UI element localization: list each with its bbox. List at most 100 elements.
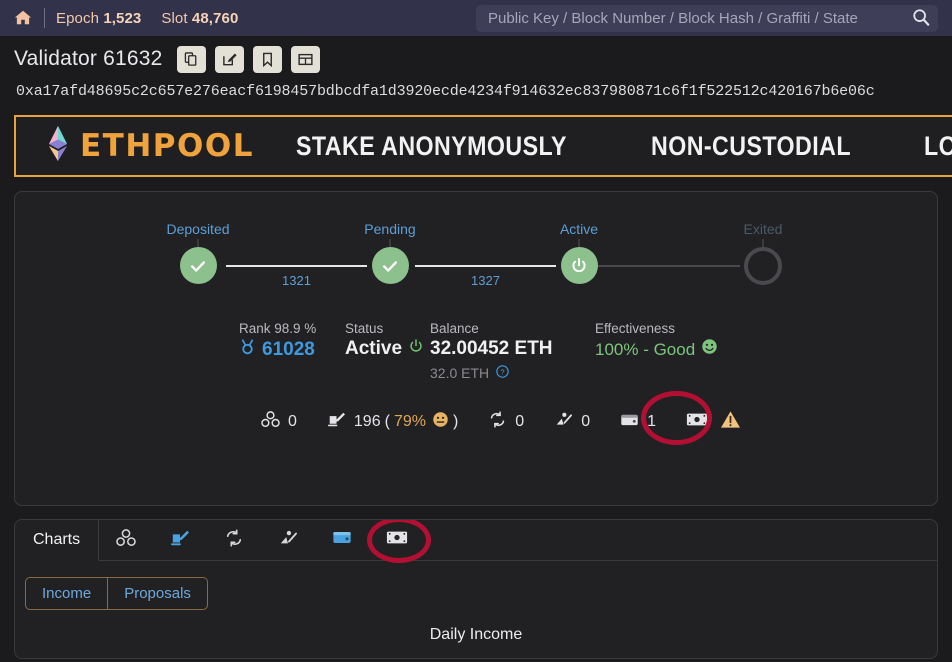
timeline-label-exited: Exited: [743, 221, 783, 237]
empty-circle-icon: [744, 247, 782, 285]
timeline-node-exited[interactable]: Exited: [740, 221, 786, 285]
bookmark-button[interactable]: [252, 45, 282, 73]
neutral-face-icon: [432, 411, 449, 433]
validator-icon-stats: 0 196 ( 79% ) 0 0 1: [261, 391, 937, 445]
attestations-count: 196: [353, 413, 381, 430]
sync-stat[interactable]: 0: [488, 411, 524, 433]
timeline-label-deposited: Deposited: [166, 221, 230, 237]
validator-pubkey[interactable]: 0xa17afd48695c2c657e276eacf6198457bdbcdf…: [0, 74, 952, 106]
tab-blocks[interactable]: [99, 520, 153, 560]
page-header: Validator 61632: [0, 36, 952, 74]
blocks-icon: [116, 528, 136, 552]
copy-icon: [184, 51, 199, 67]
chart-type-toggle-group: Income Proposals: [25, 577, 937, 610]
epoch-label: Epoch: [56, 9, 100, 27]
timeline-node-active[interactable]: Active: [556, 221, 602, 284]
question-circle-icon[interactable]: ?: [495, 364, 510, 382]
blocks-icon: [261, 411, 280, 433]
svg-text:?: ?: [501, 368, 505, 377]
banner-slogan-3: LOW: [923, 130, 952, 161]
timeline-line-1: [226, 265, 367, 267]
ethereum-diamond-icon: [46, 125, 70, 168]
slashed-icon: [278, 529, 298, 552]
copy-button[interactable]: [176, 45, 206, 73]
slashing-stat[interactable]: 0: [554, 411, 590, 433]
status-value-row: Active: [345, 338, 430, 360]
charts-tabbar: Charts: [15, 520, 937, 563]
epoch-value: 1,523: [103, 9, 142, 27]
validator-summary-card: 1321 1327 Deposited Pending Active Exite…: [14, 191, 938, 506]
tab-attestations[interactable]: [153, 520, 207, 560]
tab-sync[interactable]: [207, 520, 261, 560]
rank-value-row: 61028: [239, 338, 345, 361]
search-input[interactable]: [476, 5, 904, 32]
sync-count: 0: [515, 413, 525, 430]
home-link[interactable]: [14, 9, 32, 27]
nav-divider: [44, 8, 45, 28]
timeline-stem: [197, 239, 199, 247]
attestation-icon: [327, 411, 346, 433]
sync-icon: [224, 528, 244, 552]
check-icon: [179, 247, 217, 284]
charts-card: Charts Income Proposals Daily Income: [14, 519, 938, 659]
effectiveness-value-row: 100% - Good: [595, 338, 718, 361]
validator-key-stats: Rank 98.9 % 61028 Status Active Balance …: [239, 321, 937, 382]
tab-deposits[interactable]: [315, 520, 369, 560]
power-icon: [408, 338, 424, 360]
status-value: Active: [345, 338, 403, 359]
timeline-stem: [578, 239, 580, 247]
medal-icon: [239, 338, 256, 361]
table-button[interactable]: [290, 45, 320, 73]
warning-triangle-icon: [720, 410, 741, 434]
top-navigation-bar: Epoch 1,523 Slot 48,760: [0, 0, 952, 36]
timeline-line-3: [595, 265, 740, 267]
grid-table-icon: [297, 52, 313, 67]
slashing-count: 0: [581, 413, 591, 430]
chart-title: Daily Income: [429, 626, 523, 643]
slot-value: 48,760: [191, 9, 239, 27]
effectiveness-value: 100% - Good: [595, 339, 696, 359]
timeline-stem: [762, 239, 764, 247]
tab-charts[interactable]: Charts: [15, 520, 100, 561]
banner-brand: ETHPOOL: [80, 128, 254, 164]
page-title: Validator 61632: [14, 47, 163, 70]
attestations-stat[interactable]: 196 ( 79% ): [327, 411, 458, 433]
epoch-stat[interactable]: Epoch 1,523: [56, 10, 141, 27]
attestations-pct: 79%: [393, 413, 426, 430]
status-stat: Status Active: [345, 321, 430, 360]
tab-slashings[interactable]: [261, 520, 315, 560]
balance-stat: Balance 32.00452 ETH 32.0 ETH ?: [430, 321, 595, 382]
power-icon: [560, 247, 598, 284]
ethpool-ad-banner[interactable]: ETHPOOL STAKE ANONYMOUSLY NON-CUSTODIAL …: [14, 115, 952, 177]
subtab-income[interactable]: Income: [25, 577, 108, 610]
search-container: [476, 5, 938, 32]
balance-label: Balance: [430, 321, 479, 336]
balance-effective-value: 32.0 ETH: [430, 365, 490, 381]
smiley-happy-icon: [701, 338, 718, 361]
timeline-label-active: Active: [559, 221, 599, 237]
tab-income[interactable]: [367, 520, 432, 563]
attestations-open-paren: (: [384, 413, 390, 430]
effectiveness-label: Effectiveness: [595, 321, 676, 336]
rank-value: 61028: [262, 338, 315, 360]
timeline-node-deposited[interactable]: Deposited: [166, 221, 230, 284]
subtab-proposals[interactable]: Proposals: [107, 577, 208, 610]
wallet-icon: [332, 529, 352, 551]
slot-stat[interactable]: Slot 48,760: [161, 10, 238, 27]
timeline-label-pending: Pending: [364, 221, 416, 237]
search-button[interactable]: [904, 5, 938, 32]
rank-stat: Rank 98.9 % 61028: [239, 321, 345, 361]
blocks-stat[interactable]: 0: [261, 411, 297, 433]
attestation-icon: [170, 529, 190, 552]
pencil-square-icon: [222, 52, 237, 67]
timeline-line-1-label: 1321: [282, 273, 311, 288]
validator-status-timeline: 1321 1327 Deposited Pending Active Exite…: [15, 221, 937, 315]
edit-button[interactable]: [214, 45, 244, 73]
timeline-stem: [389, 239, 391, 247]
slashed-icon: [554, 411, 573, 433]
balance-sub-row: 32.0 ETH ?: [430, 364, 595, 382]
timeline-node-pending[interactable]: Pending: [364, 221, 416, 284]
timeline-line-2: [415, 265, 556, 267]
banner-slogan-2: NON-CUSTODIAL: [651, 130, 851, 161]
bookmark-icon: [260, 52, 275, 67]
